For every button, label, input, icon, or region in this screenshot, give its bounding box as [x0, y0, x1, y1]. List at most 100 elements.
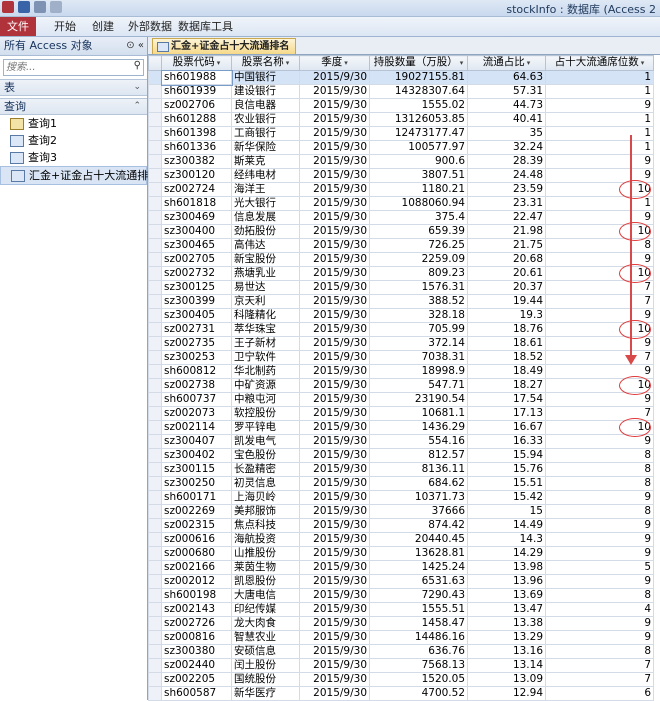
table-cell[interactable]: sz002166: [161, 560, 232, 575]
table-cell[interactable]: 斯莱克: [231, 154, 300, 169]
table-cell[interactable]: 9: [545, 546, 654, 561]
row-selector[interactable]: [148, 644, 162, 659]
table-cell[interactable]: 874.42: [369, 518, 468, 533]
table-cell[interactable]: 光大银行: [231, 196, 300, 211]
table-cell[interactable]: 16.67: [467, 420, 546, 435]
table-cell[interactable]: 7038.31: [369, 350, 468, 365]
table-cell[interactable]: sz002738: [161, 378, 232, 393]
table-cell[interactable]: 2015/9/30: [299, 658, 370, 673]
nav-item-ranking-query[interactable]: 汇金+证金占十大流通排名: [0, 166, 159, 185]
row-selector[interactable]: [148, 84, 162, 99]
row-selector[interactable]: [148, 168, 162, 183]
table-cell[interactable]: sz300253: [161, 350, 232, 365]
table-cell[interactable]: 15: [467, 504, 546, 519]
table-cell[interactable]: 2015/9/30: [299, 490, 370, 505]
table-cell[interactable]: 焦点科技: [231, 518, 300, 533]
table-cell[interactable]: 1: [545, 84, 654, 99]
table-cell[interactable]: 2015/9/30: [299, 308, 370, 323]
row-selector[interactable]: [148, 504, 162, 519]
row-selector[interactable]: [148, 630, 162, 645]
table-cell[interactable]: 2015/9/30: [299, 644, 370, 659]
tab-home[interactable]: 开始: [48, 17, 82, 36]
table-cell[interactable]: 海航投资: [231, 532, 300, 547]
table-row[interactable]: sh601818 光大银行 2015/9/30 1088060.94 23.31 1: [148, 196, 654, 211]
table-cell[interactable]: 2015/9/30: [299, 154, 370, 169]
nav-menu-icon[interactable]: ⊙: [126, 40, 134, 51]
row-selector[interactable]: [148, 434, 162, 449]
table-cell[interactable]: 中国银行: [231, 70, 300, 85]
table-cell[interactable]: 1: [545, 112, 654, 127]
table-cell[interactable]: 13.16: [467, 644, 546, 659]
table-cell[interactable]: 智慧农业: [231, 630, 300, 645]
table-cell[interactable]: sh601988: [160, 69, 233, 86]
table-row[interactable]: sz000816 智慧农业 2015/9/30 14486.16 13.29 9: [148, 630, 654, 645]
table-cell[interactable]: 19.44: [467, 294, 546, 309]
table-cell[interactable]: sz000816: [161, 630, 232, 645]
table-row[interactable]: sz300469 信息发展 2015/9/30 375.4 22.47 9: [148, 210, 654, 225]
column-header-code[interactable]: 股票代码 ▾: [161, 55, 232, 71]
table-cell[interactable]: 2015/9/30: [299, 616, 370, 631]
table-row[interactable]: sz002114 罗平锌电 2015/9/30 1436.29 16.67 10: [148, 420, 654, 435]
table-cell[interactable]: 2015/9/30: [299, 406, 370, 421]
table-cell[interactable]: 17.54: [467, 392, 546, 407]
table-cell[interactable]: 9: [545, 616, 654, 631]
table-cell[interactable]: 12473177.47: [369, 126, 468, 141]
table-cell[interactable]: 23.31: [467, 196, 546, 211]
table-cell[interactable]: 燕塘乳业: [231, 266, 300, 281]
table-cell[interactable]: 16.33: [467, 434, 546, 449]
nav-item-query3[interactable]: 查询3: [0, 149, 147, 166]
row-selector[interactable]: [148, 364, 162, 379]
table-cell[interactable]: 900.6: [369, 154, 468, 169]
table-cell[interactable]: 3807.51: [369, 168, 468, 183]
table-cell[interactable]: 9: [545, 532, 654, 547]
row-selector[interactable]: [148, 588, 162, 603]
table-cell[interactable]: 1: [545, 126, 654, 141]
table-cell[interactable]: 13.69: [467, 588, 546, 603]
table-cell[interactable]: 8: [545, 476, 654, 491]
table-cell[interactable]: 长盈精密: [231, 462, 300, 477]
table-cell[interactable]: sz300469: [161, 210, 232, 225]
table-cell[interactable]: sz002269: [161, 504, 232, 519]
row-selector[interactable]: [148, 308, 162, 323]
table-cell[interactable]: 9: [545, 518, 654, 533]
table-cell[interactable]: 44.73: [467, 98, 546, 113]
row-selector[interactable]: [148, 518, 162, 533]
table-cell[interactable]: 15.42: [467, 490, 546, 505]
table-cell[interactable]: sz002143: [161, 602, 232, 617]
table-row[interactable]: sh600587 新华医疗 2015/9/30 4700.52 12.94 6: [148, 686, 654, 701]
table-cell[interactable]: 554.16: [369, 434, 468, 449]
table-cell[interactable]: sz002073: [161, 406, 232, 421]
table-cell[interactable]: 388.52: [369, 294, 468, 309]
table-cell[interactable]: 闰土股份: [231, 658, 300, 673]
table-cell[interactable]: 2015/9/30: [299, 182, 370, 197]
table-cell[interactable]: 2015/9/30: [299, 84, 370, 99]
table-cell[interactable]: 14.29: [467, 546, 546, 561]
column-header-quarter[interactable]: 季度 ▾: [299, 55, 370, 71]
table-cell[interactable]: 8: [545, 448, 654, 463]
table-cell[interactable]: sh601818: [161, 196, 232, 211]
table-cell[interactable]: 2015/9/30: [299, 602, 370, 617]
table-row[interactable]: sz002705 新宝股份 2015/9/30 2259.09 20.68 9: [148, 252, 654, 267]
table-row[interactable]: sz300115 长盈精密 2015/9/30 8136.11 15.76 8: [148, 462, 654, 477]
save-icon[interactable]: [18, 1, 30, 13]
table-cell[interactable]: 13.47: [467, 602, 546, 617]
table-cell[interactable]: 10371.73: [369, 490, 468, 505]
table-row[interactable]: sz300400 劲拓股份 2015/9/30 659.39 21.98 10: [148, 224, 654, 239]
table-cell[interactable]: 375.4: [369, 210, 468, 225]
tab-database-tools[interactable]: 数据库工具: [172, 17, 239, 36]
row-selector[interactable]: [148, 224, 162, 239]
table-cell[interactable]: sh601288: [161, 112, 232, 127]
table-cell[interactable]: 1: [545, 70, 654, 85]
table-row[interactable]: sh600198 大唐电信 2015/9/30 7290.43 13.69 8: [148, 588, 654, 603]
table-row[interactable]: sz300405 科隆精化 2015/9/30 328.18 19.3 9: [148, 308, 654, 323]
table-row[interactable]: sz002073 软控股份 2015/9/30 10681.1 17.13 7: [148, 406, 654, 421]
table-cell[interactable]: 636.76: [369, 644, 468, 659]
table-row[interactable]: sz300399 京天利 2015/9/30 388.52 19.44 7: [148, 294, 654, 309]
table-cell[interactable]: 2015/9/30: [299, 462, 370, 477]
row-selector[interactable]: [148, 392, 162, 407]
table-cell[interactable]: 18.27: [467, 378, 546, 393]
table-cell[interactable]: 20.37: [467, 280, 546, 295]
table-cell[interactable]: 57.31: [467, 84, 546, 99]
table-cell[interactable]: 龙大肉食: [231, 616, 300, 631]
table-cell[interactable]: 中矿资源: [231, 378, 300, 393]
